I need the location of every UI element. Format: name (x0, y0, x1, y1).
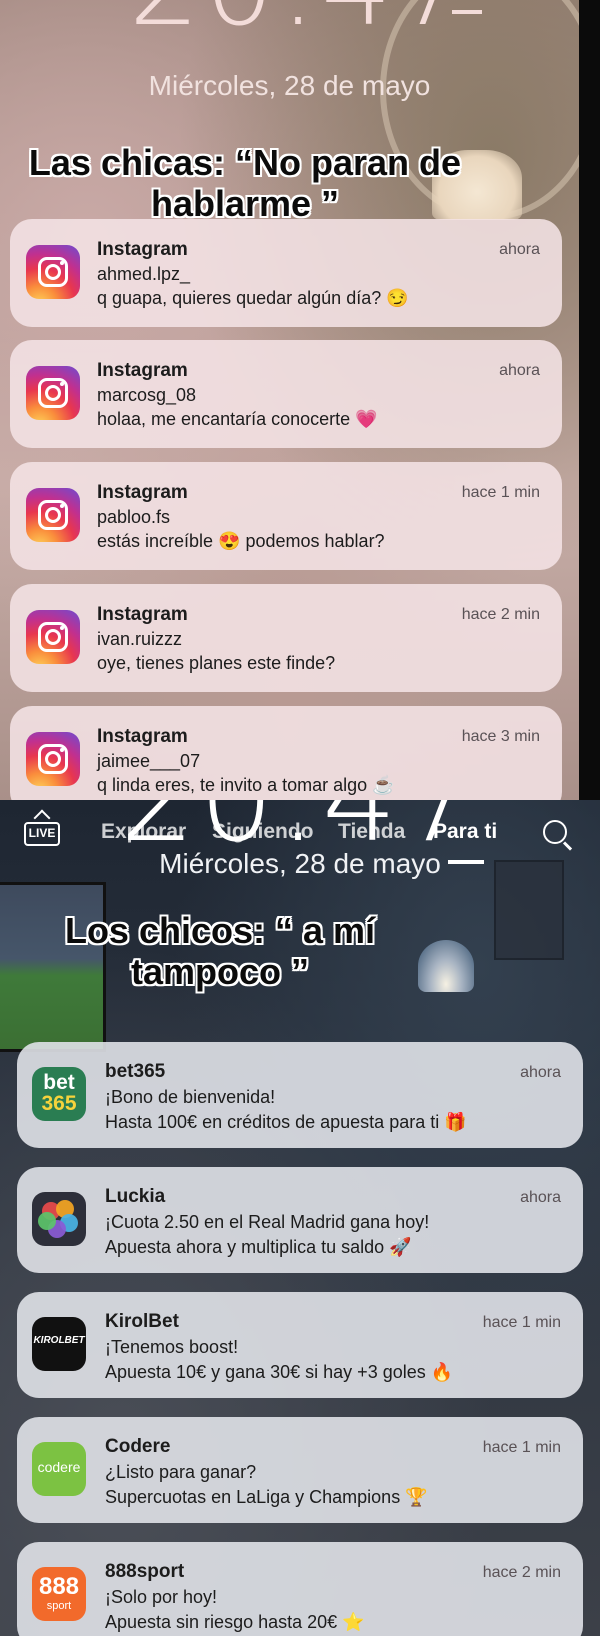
notification-message: estás increíble 😍 podemos hablar? (97, 531, 385, 551)
instagram-icon (26, 610, 80, 664)
notification-time: ahora (520, 1064, 561, 1081)
notification-time: hace 1 min (482, 1439, 561, 1456)
notification-time: hace 1 min (482, 1314, 561, 1331)
bet365-icon: bet 365 (32, 1067, 86, 1121)
kirolbet-icon: KIROLBET (32, 1317, 86, 1371)
notification-title: ¡Tenemos boost! (105, 1337, 239, 1357)
notification-message: oye, tienes planes este finde? (97, 653, 336, 673)
caption-text: Los chicos: “ a mí tampoco ” (64, 910, 376, 993)
notification-message: q guapa, quieres quedar algún día? 😏 (97, 288, 409, 308)
notification-card[interactable]: codere Codere hace 1 min ¿Listo para gan… (17, 1417, 583, 1523)
notification-card[interactable]: Luckia ahora ¡Cuota 2.50 en el Real Madr… (17, 1167, 583, 1273)
search-icon[interactable] (543, 820, 567, 844)
notification-app-name: Codere (105, 1436, 171, 1457)
notification-app-name: Instagram (97, 482, 188, 503)
notification-sender: ivan.ruizzz (97, 629, 183, 649)
lockscreen-clock: 20:47 (110, 0, 490, 42)
notification-message: q linda eres, te invito a tomar algo ☕ (97, 775, 395, 795)
tab-shop[interactable]: Tienda (338, 820, 405, 844)
notification-app-name: Instagram (97, 239, 188, 260)
notification-message: Apuesta sin riesgo hasta 20€ ⭐ (105, 1612, 365, 1632)
lockscreen-date: Miércoles, 28 de mayo (148, 70, 431, 101)
lockscreen-date: Miércoles, 28 de mayo (159, 848, 441, 879)
notification-card[interactable]: Instagram hace 2 min ivan.ruizzz oye, ti… (10, 584, 562, 692)
notification-app-name: 888sport (105, 1561, 185, 1582)
notification-time: ahora (499, 241, 540, 258)
notification-app-name: Instagram (97, 604, 188, 625)
notification-app-name: bet365 (105, 1061, 166, 1082)
notification-app-name: Instagram (97, 360, 188, 381)
notification-app-name: Instagram (97, 726, 188, 747)
888sport-icon: 888 sport (32, 1567, 86, 1621)
notification-title: ¡Solo por hoy! (105, 1587, 218, 1607)
notification-card[interactable]: Instagram ahora ahmed.lpz_ q guapa, quie… (10, 219, 562, 327)
luckia-petal (38, 1212, 56, 1230)
notification-card[interactable]: Instagram hace 3 min jaimee___07 q linda… (10, 706, 562, 800)
bottom-lockscreen-panel: 20:47 LIVE Explorar Siguiendo Tienda Par… (0, 800, 600, 1636)
notification-message: Apuesta ahora y multiplica tu saldo 🚀 (105, 1237, 412, 1257)
notification-sender: jaimee___07 (97, 751, 201, 771)
notification-card[interactable]: Instagram ahora marcosg_08 holaa, me enc… (10, 340, 562, 448)
tab-explore[interactable]: Explorar (101, 820, 186, 844)
notification-time: ahora (499, 362, 540, 379)
888sport-logo-text: sport (46, 1600, 72, 1612)
notification-message: Hasta 100€ en créditos de apuesta para t… (105, 1112, 467, 1132)
notification-time: hace 3 min (461, 728, 540, 745)
instagram-icon (26, 488, 80, 542)
notification-message: holaa, me encantaría conocerte 💗 (97, 409, 378, 429)
side-border (579, 0, 600, 800)
888sport-logo-number: 888 (38, 1573, 80, 1600)
notification-sender: ahmed.lpz_ (97, 264, 191, 284)
notification-title: ¡Bono de bienvenida! (105, 1087, 276, 1107)
notification-card[interactable]: KIROLBET KirolBet hace 1 min ¡Tenemos bo… (17, 1292, 583, 1398)
tab-following[interactable]: Siguiendo (212, 820, 314, 844)
notification-title: ¿Listo para ganar? (105, 1462, 257, 1482)
tiktok-top-bar: LIVE Explorar Siguiendo Tienda Para ti (0, 800, 600, 846)
desk-lamp-decoration (418, 940, 474, 992)
notification-time: hace 1 min (461, 484, 540, 501)
notification-time: hace 2 min (482, 1564, 561, 1581)
instagram-icon (26, 245, 80, 299)
notification-app-name: KirolBet (105, 1311, 179, 1332)
codere-icon: codere (32, 1442, 86, 1496)
notification-sender: marcosg_08 (97, 385, 197, 405)
bet365-logo-number: 365 (41, 1092, 77, 1115)
top-lockscreen-panel: 20:47 Miércoles, 28 de mayo Las chicas: … (0, 0, 579, 800)
tab-for-you[interactable]: Para ti (433, 820, 497, 844)
notification-title: ¡Cuota 2.50 en el Real Madrid gana hoy! (105, 1212, 430, 1232)
kirolbet-logo-text: KIROLBET (33, 1335, 85, 1346)
notification-card[interactable]: 888 sport 888sport hace 2 min ¡Solo por … (17, 1542, 583, 1636)
notification-message: Apuesta 10€ y gana 30€ si hay +3 goles 🔥 (105, 1362, 454, 1382)
instagram-icon (26, 732, 80, 786)
live-icon[interactable]: LIVE (24, 822, 60, 846)
live-label: LIVE (28, 826, 56, 840)
notification-app-name: Luckia (105, 1186, 166, 1207)
codere-logo-text: codere (37, 1459, 81, 1475)
notification-sender: pabloo.fs (97, 507, 171, 527)
notification-time: ahora (520, 1189, 561, 1206)
notification-card[interactable]: Instagram hace 1 min pabloo.fs estás inc… (10, 462, 562, 570)
notification-message: Supercuotas en LaLiga y Champions 🏆 (105, 1487, 428, 1507)
caption-text: Las chicas: “No paran de hablarme ” (28, 142, 462, 225)
luckia-icon (32, 1192, 86, 1246)
notification-time: hace 2 min (461, 606, 540, 623)
notification-card[interactable]: bet 365 bet365 ahora ¡Bono de bienvenida… (17, 1042, 583, 1148)
instagram-icon (26, 366, 80, 420)
clock-underline (452, 10, 482, 14)
